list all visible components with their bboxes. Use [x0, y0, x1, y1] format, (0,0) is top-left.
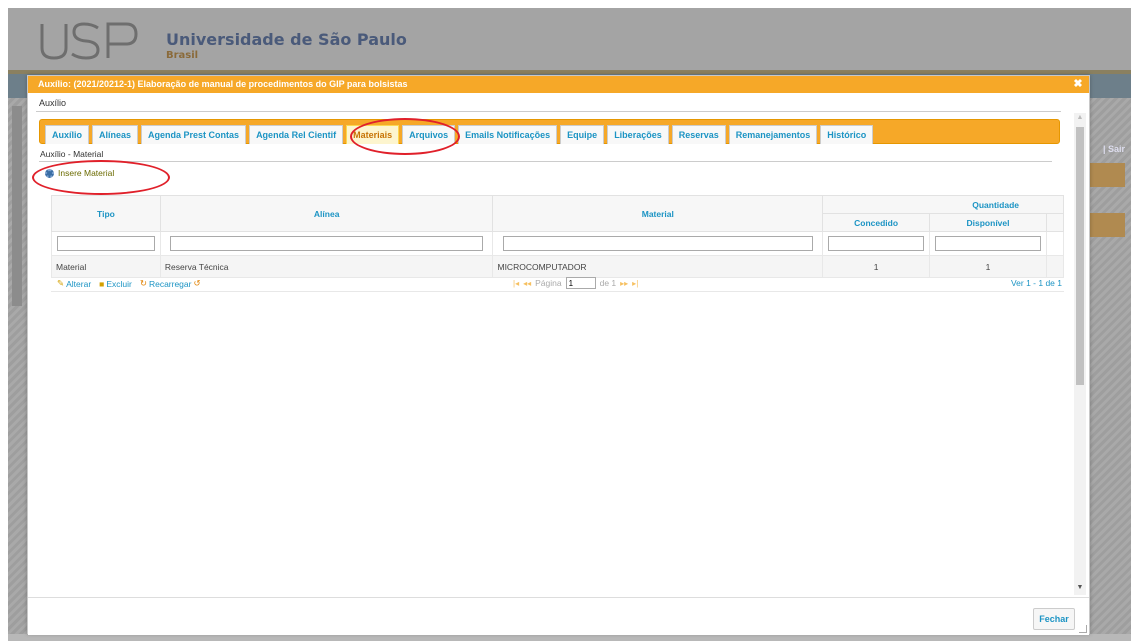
last-page-icon[interactable]: ▸|	[632, 279, 638, 288]
filter-material-input[interactable]	[502, 236, 813, 251]
tab-agenda-prest-contas[interactable]: Agenda Prest Contas	[141, 125, 247, 144]
tab-liberacoes[interactable]: Liberações	[607, 125, 669, 144]
filter-concedido-input[interactable]	[828, 236, 925, 251]
grid-pager: ✎ Alterar ■ Excluir ↻ Recarregar ↺ |◂ ◂◂ Pág…	[51, 275, 1064, 292]
auxilio-dialog: Auxílio: (2021/20212-1) Elaboração de ma…	[27, 75, 1090, 635]
materials-grid: Tipo Alínea Material Quantidade Concedid…	[51, 195, 1065, 278]
divider	[36, 111, 1061, 112]
column-header-tipo[interactable]: Tipo	[51, 195, 161, 232]
column-header-disponivel[interactable]: Disponível	[929, 213, 1047, 232]
background-footer	[8, 634, 1131, 641]
column-header-concedido[interactable]: Concedido	[822, 213, 931, 232]
filter-tipo-input[interactable]	[57, 236, 155, 251]
country-label: Brasil	[166, 50, 199, 61]
filter-cell	[822, 231, 931, 256]
column-header-material[interactable]: Material	[492, 195, 824, 232]
edit-label: Alterar	[66, 278, 92, 289]
breadcrumb: Auxílio - Material	[40, 149, 104, 159]
filter-cell	[492, 231, 824, 256]
logout-link[interactable]: | Sair	[1103, 144, 1125, 154]
pager-actions: ✎ Alterar ■ Excluir ↻ Recarregar ↺	[57, 278, 201, 289]
column-group-label: Quantidade	[972, 199, 1019, 210]
section-label: Auxílio	[39, 98, 67, 108]
close-icon[interactable]: ✖	[1072, 78, 1084, 90]
site-header: Universidade de São Paulo Brasil	[8, 8, 1131, 70]
university-name: Universidade de São Paulo	[166, 30, 407, 49]
filter-row	[51, 231, 1065, 256]
page-total: de 1	[599, 278, 617, 288]
pagination: |◂ ◂◂ Página de 1 ▸▸ ▸|	[513, 277, 638, 289]
tab-reservas[interactable]: Reservas	[671, 125, 726, 144]
column-group-quantidade: Quantidade	[822, 195, 1064, 214]
delete-button[interactable]: ■ Excluir	[99, 278, 132, 289]
background-panel	[1090, 213, 1125, 237]
refresh-icon: ↻	[139, 278, 147, 288]
background-panel	[1090, 163, 1125, 187]
column-spacer	[1045, 213, 1065, 232]
page-number-input[interactable]	[565, 277, 596, 289]
tab-equipe[interactable]: Equipe	[560, 125, 605, 144]
dialog-content: Auxílio Auxílio Alíneas Agenda Prest Conta…	[36, 93, 1086, 597]
tab-auxilio[interactable]: Auxílio	[45, 125, 90, 144]
tab-emails-notificacoes[interactable]: Emails Notificações	[458, 125, 558, 144]
annotation-circle-materials-tab	[350, 118, 460, 155]
filter-disponivel-input[interactable]	[935, 236, 1041, 251]
resize-grip-icon[interactable]	[1079, 625, 1087, 633]
filter-cell	[929, 231, 1047, 256]
reload-button[interactable]: ↻ Recarregar ↺	[140, 278, 201, 289]
filter-cell	[159, 231, 494, 256]
scroll-up-icon[interactable]: ▲	[1075, 114, 1085, 124]
reload-label: Recarregar	[148, 278, 192, 289]
record-range: Ver 1 - 1 de 1	[1010, 278, 1062, 288]
tab-remanejamentos[interactable]: Remanejamentos	[728, 125, 818, 144]
dialog-footer: Fechar	[28, 597, 1089, 635]
edit-button[interactable]: ✎ Alterar	[57, 278, 91, 289]
close-button[interactable]: Fechar	[1033, 608, 1075, 630]
prev-page-icon[interactable]: ◂◂	[523, 279, 531, 288]
tab-bar: Auxílio Alíneas Agenda Prest Contas Agenda …	[39, 119, 1060, 144]
scroll-down-icon[interactable]: ▼	[1075, 584, 1085, 594]
tab-historico[interactable]: Histórico	[820, 125, 874, 144]
column-header-alinea[interactable]: Alínea	[159, 195, 494, 232]
annotation-circle-insert-material	[32, 160, 170, 195]
side-menu-block	[12, 106, 22, 306]
pencil-icon: ✎	[57, 278, 65, 288]
first-page-icon[interactable]: |◂	[513, 279, 519, 288]
tab-alineas[interactable]: Alíneas	[92, 125, 139, 144]
filter-cell	[51, 231, 161, 256]
page-label: Página	[535, 278, 562, 288]
usp-logo	[40, 22, 138, 60]
trash-icon: ■	[99, 278, 105, 289]
filter-alinea-input[interactable]	[170, 236, 483, 251]
vertical-scrollbar[interactable]: ▲ ▼	[1074, 113, 1086, 595]
divider	[39, 161, 1052, 162]
next-page-icon[interactable]: ▸▸	[620, 279, 628, 288]
filter-cell	[1045, 231, 1065, 256]
delete-label: Excluir	[106, 278, 132, 289]
refresh-icon: ↺	[193, 278, 201, 288]
dialog-title: Auxílio: (2021/20212-1) Elaboração de ma…	[28, 76, 1089, 93]
tab-agenda-rel-cientif[interactable]: Agenda Rel Cientif	[249, 125, 344, 144]
scroll-thumb[interactable]	[1076, 127, 1084, 385]
